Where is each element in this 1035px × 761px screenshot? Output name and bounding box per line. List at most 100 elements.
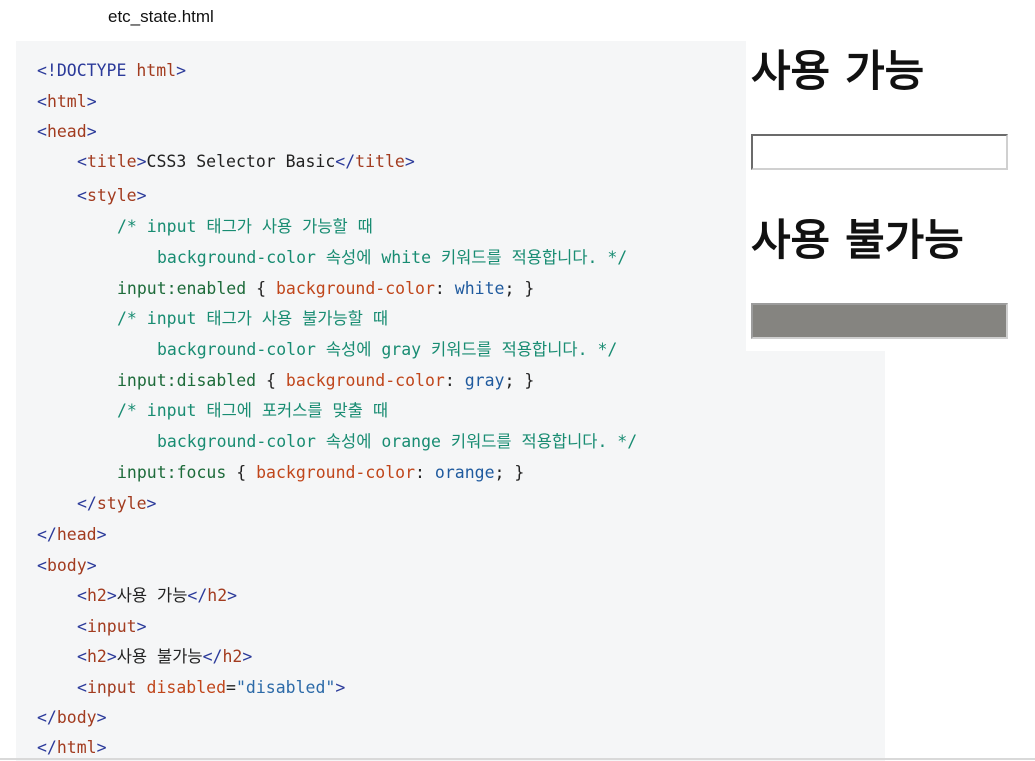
code-semicolon: ;: [504, 279, 515, 298]
code-lt: <: [37, 122, 47, 141]
code-lt: <: [77, 647, 87, 666]
code-brace-open: {: [246, 279, 276, 298]
code-value-orange: orange: [434, 463, 495, 482]
code-gt: >: [96, 738, 107, 757]
code-gt: >: [146, 494, 157, 513]
code-gt: >: [86, 556, 97, 575]
code-gt: >: [242, 647, 253, 666]
code-tag-input: input: [86, 678, 137, 697]
code-lt-slash: </: [37, 708, 57, 727]
code-lt-slash: </: [77, 494, 97, 513]
code-brace-open: {: [256, 371, 286, 390]
code-gt: >: [136, 152, 147, 171]
code-lt: <: [37, 92, 47, 111]
code-lt-slash: </: [187, 586, 208, 605]
file-name: etc_state.html: [108, 7, 214, 26]
code-comment-3b: background-color 속성에 orange 키워드를 적용합니다. …: [157, 432, 638, 451]
code-tag-head-close: head: [56, 525, 97, 544]
code-lt-slash: </: [335, 152, 356, 171]
code-colon: :: [434, 279, 455, 298]
code-gt: >: [136, 186, 147, 205]
code-tag-h2: h2: [86, 586, 107, 605]
code-tag-title-close: title: [355, 152, 405, 171]
code-comment-1a: /* input 태그가 사용 가능할 때: [117, 217, 373, 236]
preview-heading-disabled: 사용 불가능: [751, 216, 964, 266]
code-lt: <: [37, 556, 47, 575]
code-gt: >: [136, 617, 147, 636]
code-gt: >: [227, 586, 238, 605]
code-lt: <: [77, 617, 87, 636]
code-line-h2-enabled: <h2>사용 가능</h2>: [77, 583, 237, 609]
code-brace-close: }: [504, 463, 525, 482]
code-colon: :: [444, 371, 465, 390]
code-brace-close: }: [514, 371, 535, 390]
code-tag-head: head: [46, 122, 87, 141]
code-tag-title: title: [86, 152, 137, 171]
code-lt-slash: </: [202, 647, 223, 666]
code-line-input-disabled: <input disabled="disabled">: [77, 675, 345, 701]
code-rule-enabled: input:enabled { background-color: white;…: [117, 276, 534, 302]
code-lt-slash: </: [37, 738, 57, 757]
code-attr-disabled: disabled: [146, 678, 227, 697]
code-h2-text-disabled: 사용 불가능: [116, 647, 203, 666]
code-property: background-color: [275, 279, 435, 298]
code-rule-focus: input:focus { background-color: orange; …: [117, 460, 524, 486]
code-value-white: white: [454, 279, 505, 298]
code-line-body-open: <body>: [37, 553, 97, 579]
code-lt: <: [77, 586, 87, 605]
code-semicolon: ;: [494, 463, 505, 482]
code-tag-input: input: [86, 617, 137, 636]
code-gt: >: [106, 647, 117, 666]
code-line-style-close: </style>: [77, 491, 156, 517]
code-line-body-close: </body>: [37, 705, 107, 731]
code-str-disabled: "disabled": [235, 678, 336, 697]
code-property: background-color: [285, 371, 445, 390]
code-line-style-open: <style>: [77, 183, 147, 209]
code-lt: <: [77, 152, 87, 171]
code-lt: <: [77, 186, 87, 205]
code-tag-html: html: [46, 92, 87, 111]
code-tag-style: style: [86, 186, 137, 205]
code-rule-disabled: input:disabled { background-color: gray;…: [117, 368, 534, 394]
code-title-text: CSS3 Selector Basic: [146, 152, 336, 171]
code-comment-2a: /* input 태그가 사용 불가능할 때: [117, 309, 389, 328]
code-gt: >: [86, 92, 97, 111]
code-semicolon: ;: [504, 371, 515, 390]
code-tag-h2-close: h2: [222, 647, 243, 666]
preview-heading-enabled: 사용 가능: [751, 47, 925, 97]
code-gt: >: [106, 586, 117, 605]
code-gt: >: [404, 152, 415, 171]
code-tag-body: body: [46, 556, 87, 575]
code-tag-h2-close: h2: [207, 586, 228, 605]
code-value-gray: gray: [464, 371, 505, 390]
code-brace-close: }: [514, 279, 535, 298]
code-tag-html-close: html: [56, 738, 97, 757]
code-doctype-html: html: [136, 61, 177, 80]
code-gt: >: [176, 61, 187, 80]
bottom-divider: [0, 758, 1035, 760]
code-comment-1b: background-color 속성에 white 키워드를 적용합니다. *…: [157, 248, 628, 267]
code-comment-3a: /* input 태그에 포커스를 맞출 때: [117, 401, 389, 420]
code-line-head-open: <head>: [37, 119, 97, 145]
code-tag-body-close: body: [56, 708, 97, 727]
code-gt: >: [96, 708, 107, 727]
code-line-head-close: </head>: [37, 522, 107, 548]
code-lt-slash: </: [37, 525, 57, 544]
code-gt: >: [96, 525, 107, 544]
code-lt: <: [77, 678, 87, 697]
code-property: background-color: [256, 463, 416, 482]
code-selector-disabled: input:disabled: [117, 371, 257, 390]
code-gt: >: [335, 678, 346, 697]
code-line-input: <input>: [77, 614, 147, 640]
code-brace-open: {: [226, 463, 257, 482]
code-selector-focus: input:focus: [117, 463, 227, 482]
preview-enabled-input[interactable]: [751, 134, 1008, 170]
code-h2-text-enabled: 사용 가능: [116, 586, 188, 605]
code-line-doctype: <!DOCTYPE html>: [37, 58, 186, 84]
code-line-h2-disabled: <h2>사용 불가능</h2>: [77, 644, 252, 670]
preview-disabled-input: [751, 303, 1008, 339]
code-comment-2b: background-color 속성에 gray 키워드를 적용합니다. */: [157, 340, 618, 359]
code-doctype: <!DOCTYPE: [37, 61, 127, 80]
code-line-title: <title>CSS3 Selector Basic</title>: [77, 149, 415, 175]
code-tag-h2: h2: [86, 647, 107, 666]
